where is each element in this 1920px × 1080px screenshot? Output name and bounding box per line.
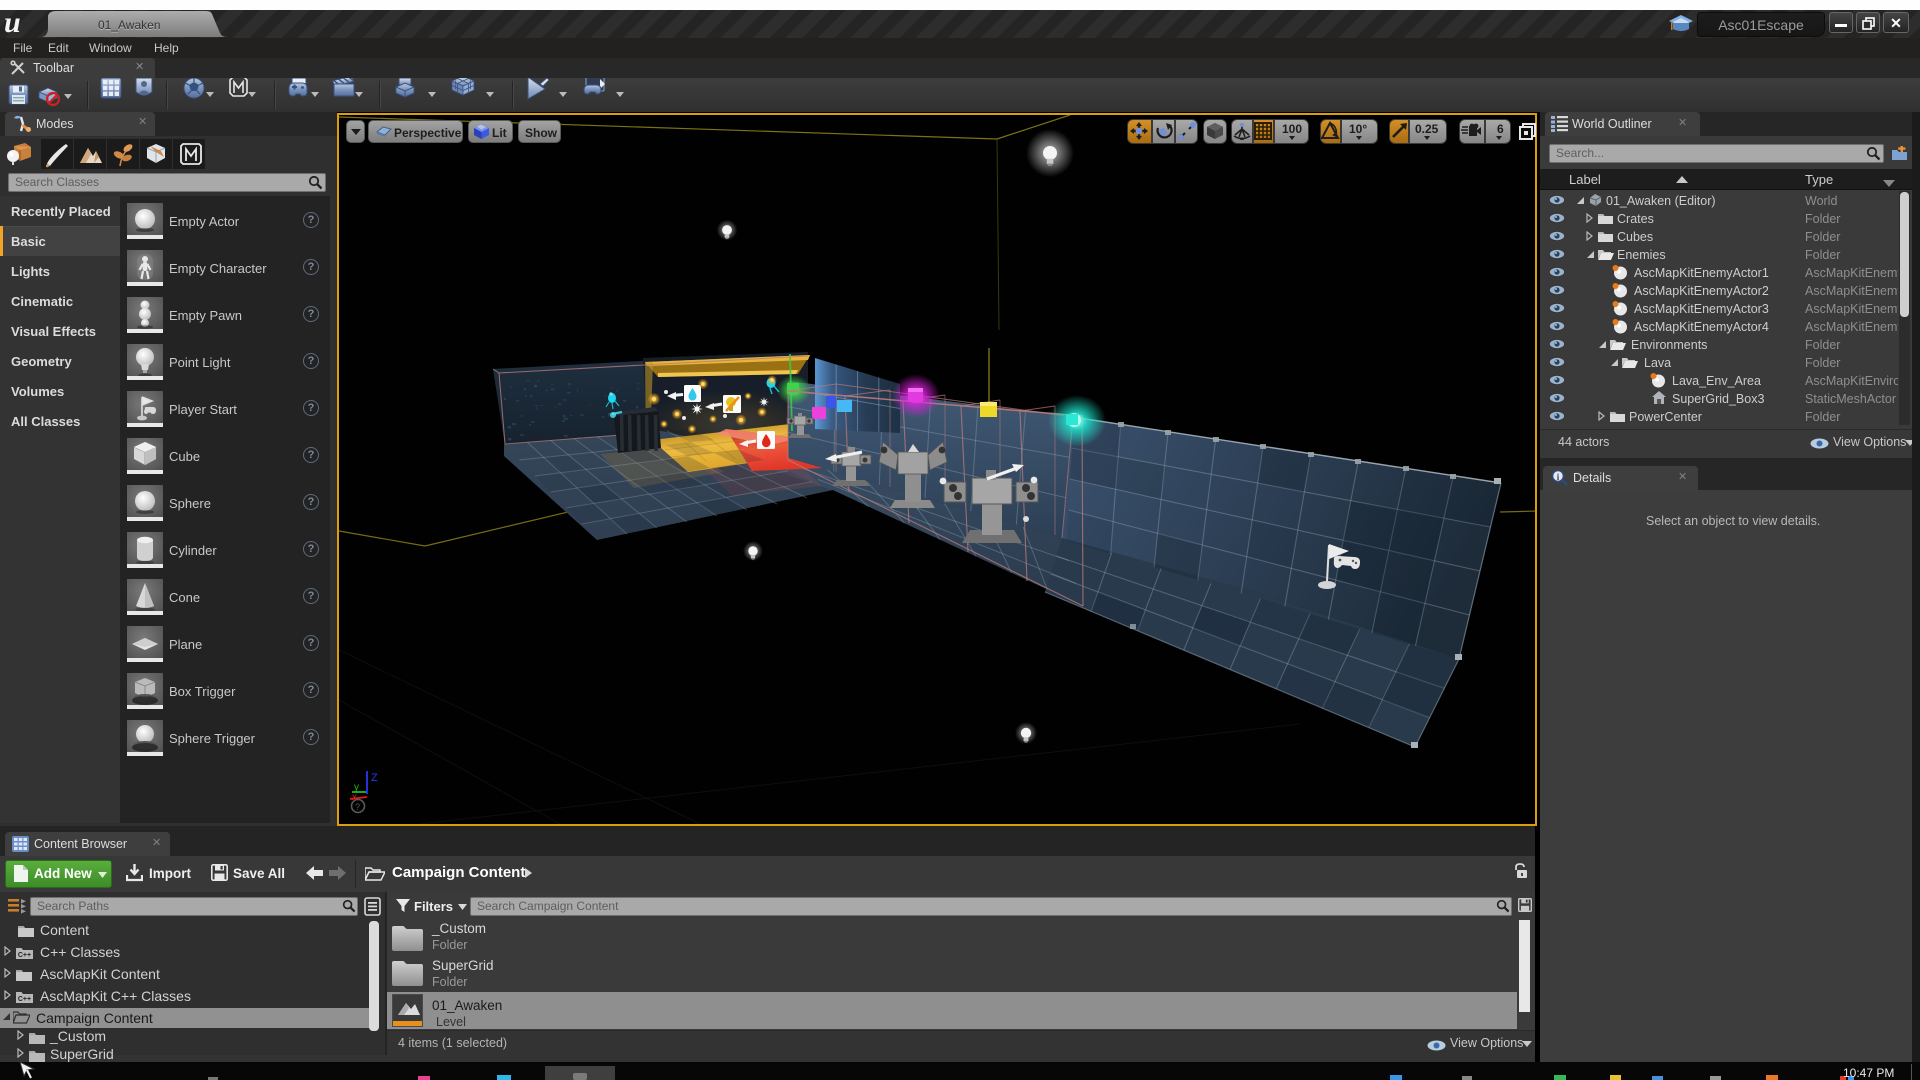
- svg-text:C++: C++: [18, 952, 31, 959]
- svg-text:0.25: 0.25: [1415, 122, 1439, 136]
- svg-text:Z: Z: [371, 772, 378, 784]
- svg-text:?: ?: [355, 802, 360, 812]
- svg-text:6: 6: [1497, 122, 1504, 136]
- svg-text:01_Awaken: 01_Awaken: [98, 18, 161, 32]
- svg-text:C++: C++: [18, 996, 31, 1003]
- svg-text:100: 100: [1282, 122, 1302, 136]
- svg-text:10°: 10°: [1349, 122, 1367, 136]
